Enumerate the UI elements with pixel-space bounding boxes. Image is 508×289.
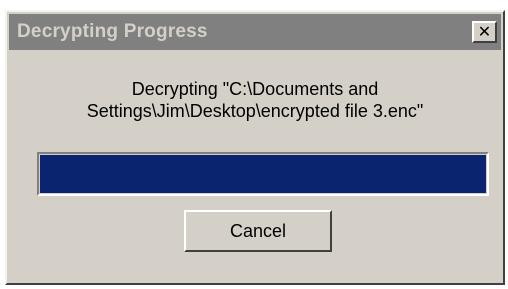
close-icon: ✕ <box>477 22 492 41</box>
close-button[interactable]: ✕ <box>472 21 497 43</box>
cancel-button[interactable]: Cancel <box>184 210 332 252</box>
status-message-line-2: Settings\Jim\Desktop\encrypted file 3.en… <box>86 101 424 121</box>
title-bar[interactable]: Decrypting Progress ✕ <box>9 14 501 50</box>
progress-bar-fill <box>40 155 486 193</box>
cancel-button-label: Cancel <box>229 220 287 241</box>
progress-bar <box>37 152 489 196</box>
decrypting-progress-dialog: Decrypting Progress ✕ Decrypting "C:\Doc… <box>5 10 505 285</box>
window-title: Decrypting Progress <box>17 21 208 42</box>
status-message: Decrypting "C:\Documents and Settings\Ji… <box>17 78 493 122</box>
status-message-line-1: Decrypting "C:\Documents and <box>131 79 379 99</box>
